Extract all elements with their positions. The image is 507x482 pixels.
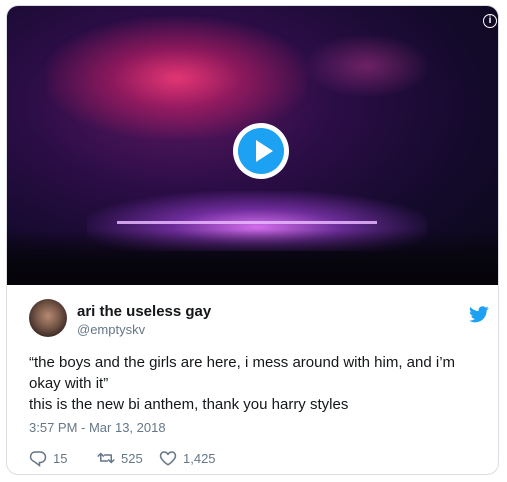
like-count: 1,425	[183, 451, 216, 466]
reply-icon	[29, 451, 47, 467]
user-handle[interactable]: @emptyskv	[77, 322, 145, 337]
retweet-count: 525	[121, 451, 143, 466]
video-thumbnail[interactable]: i	[7, 6, 498, 285]
avatar[interactable]	[29, 299, 67, 337]
tweet-text-line: this is the new bi anthem, thank you har…	[29, 396, 349, 413]
stage-screen-glow-secondary	[307, 36, 427, 96]
play-button-circle	[238, 128, 284, 174]
retweet-icon	[97, 452, 115, 464]
heart-icon	[159, 451, 177, 466]
tweet-card[interactable]: i ari the useless gay @emptyskv “the boy…	[6, 5, 499, 475]
tweet-timestamp[interactable]: 3:57 PM - Mar 13, 2018	[29, 420, 166, 435]
stage-line	[117, 221, 377, 224]
play-button[interactable]	[233, 123, 289, 179]
twitter-bird-icon[interactable]	[469, 306, 489, 323]
reply-count: 15	[53, 451, 68, 466]
info-icon[interactable]: i	[483, 14, 497, 28]
display-name[interactable]: ari the useless gay	[77, 303, 211, 320]
crowd-silhouette	[7, 230, 498, 285]
tweet-text-line: “the boys and the girls are here, i mess…	[29, 354, 456, 371]
tweet-text-line: okay with it”	[29, 375, 109, 392]
play-icon	[256, 140, 273, 162]
stage-screen-glow	[47, 18, 307, 138]
tweet-text: “the boys and the girls are here, i mess…	[29, 352, 489, 415]
